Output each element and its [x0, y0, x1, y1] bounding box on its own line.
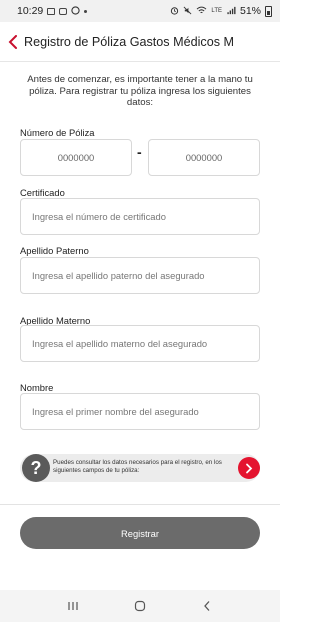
system-nav-bar: [0, 590, 280, 622]
dot-icon: [84, 9, 88, 13]
policy-number-part2-input[interactable]: 0000000: [148, 139, 260, 176]
policy-number-label: Número de Póliza: [20, 127, 95, 138]
status-left: 10:29: [17, 5, 88, 17]
battery-percent: 51%: [239, 5, 261, 17]
recent-apps-icon[interactable]: [61, 596, 85, 616]
back-button[interactable]: [4, 30, 22, 54]
whatsapp-icon: [71, 5, 80, 17]
alarm-icon: [170, 6, 179, 17]
volte-icon: LTE: [211, 8, 222, 14]
intro-text: Antes de comenzar, es importante tener a…: [27, 74, 253, 109]
mute-icon: [183, 6, 192, 17]
certificate-label: Certificado: [20, 187, 65, 198]
wifi-icon: [196, 6, 207, 17]
home-icon[interactable]: [128, 596, 152, 616]
certificate-input[interactable]: Ingresa el número de certificado: [20, 198, 260, 235]
policy-number-separator: -: [137, 144, 142, 160]
chevron-right-icon: [246, 463, 253, 473]
signal-icon: [226, 6, 236, 17]
question-icon[interactable]: ?: [22, 454, 50, 482]
first-name-input[interactable]: Ingresa el primer nombre del asegurado: [20, 393, 260, 430]
divider: [0, 504, 280, 505]
status-time: 10:29: [17, 5, 44, 17]
image-icon: [47, 7, 56, 15]
help-text: Puedes consultar los datos necesarios pa…: [53, 459, 222, 474]
maternal-surname-input[interactable]: Ingresa el apellido materno del asegurad…: [20, 325, 260, 362]
message-icon: [59, 7, 68, 15]
policy-number-part1-input[interactable]: 0000000: [20, 139, 132, 176]
back-icon[interactable]: [195, 596, 219, 616]
help-next-button[interactable]: [238, 457, 260, 479]
paternal-surname-label: Apellido Paterno: [20, 245, 89, 256]
page-title: Registro de Póliza Gastos Médicos M: [24, 34, 234, 49]
paternal-surname-input[interactable]: Ingresa el apellido paterno del asegurad…: [20, 257, 260, 294]
status-right: LTE 51%: [170, 5, 272, 17]
register-button[interactable]: Registrar: [20, 517, 260, 549]
battery-icon: [265, 5, 272, 17]
first-name-label: Nombre: [20, 382, 54, 393]
status-bar: 10:29 LTE 51%: [0, 0, 280, 22]
app-header: Registro de Póliza Gastos Médicos M: [0, 22, 280, 62]
chevron-left-icon: [8, 34, 17, 49]
